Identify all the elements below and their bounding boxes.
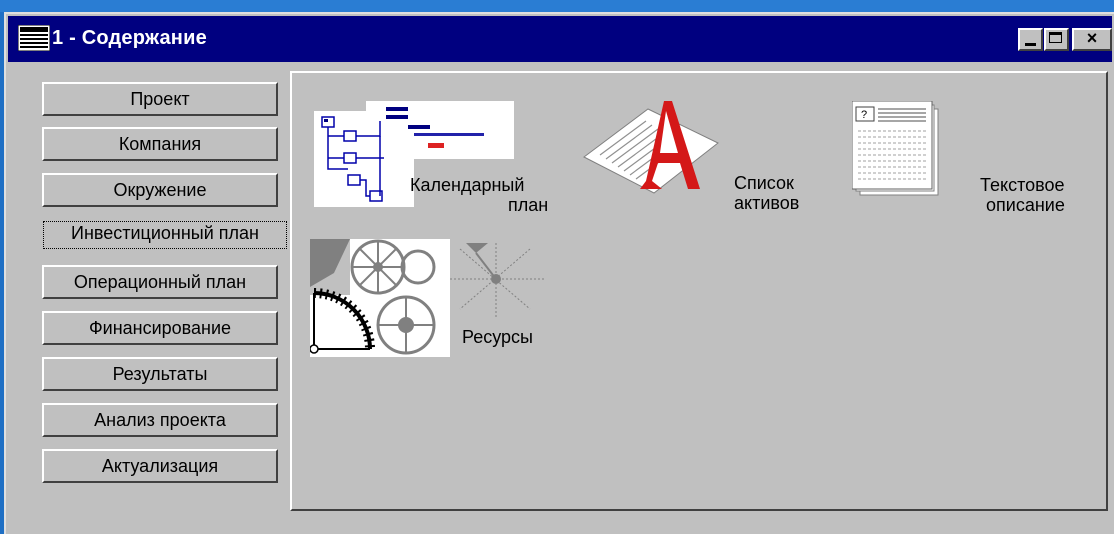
letter-a-document-icon bbox=[583, 101, 719, 194]
nav-button-label: Анализ проекта bbox=[94, 410, 226, 430]
minimize-button[interactable] bbox=[1018, 28, 1043, 51]
text-document-icon: ? bbox=[852, 101, 939, 196]
content-panel: Календарный план Список активов ? Тексто… bbox=[290, 71, 1108, 511]
nav-button-label: Компания bbox=[118, 134, 202, 154]
nav-button-label: Результаты bbox=[112, 364, 208, 384]
nav-button-company[interactable]: Компания bbox=[42, 127, 278, 161]
close-icon: × bbox=[1086, 28, 1098, 48]
nav-button-label: Финансирование bbox=[88, 318, 232, 338]
calendar-plan-label-line2: план bbox=[508, 195, 549, 215]
nav-button-results[interactable]: Результаты bbox=[42, 357, 278, 391]
nav-button-label: Инвестиционный план bbox=[71, 223, 259, 243]
nav-button-project[interactable]: Проект bbox=[42, 82, 278, 116]
maximize-icon bbox=[1049, 32, 1062, 43]
desktop-strip bbox=[0, 0, 1114, 12]
resources-item[interactable]: Ресурсы bbox=[310, 239, 560, 364]
text-description-label-line1: Текстовое bbox=[980, 175, 1065, 195]
window-menu-icon[interactable] bbox=[18, 25, 50, 51]
assets-list-item[interactable]: Список активов bbox=[582, 99, 822, 213]
nav-button-label: Актуализация bbox=[101, 456, 219, 476]
title-bar[interactable]: 1 - Содержание × bbox=[8, 16, 1112, 62]
minimize-icon bbox=[1025, 43, 1036, 46]
svg-text:?: ? bbox=[861, 109, 867, 121]
nav-button-operational-plan[interactable]: Операционный план bbox=[42, 265, 278, 299]
nav-button-label: Окружение bbox=[113, 180, 207, 200]
text-description-item[interactable]: ? Текстовое описание bbox=[852, 101, 1102, 215]
nav-button-investment-plan[interactable]: Инвестиционный план bbox=[40, 218, 290, 252]
window-title: 1 - Содержание bbox=[52, 27, 207, 49]
text-description-label-line2: описание bbox=[986, 195, 1065, 215]
assets-list-label-line2: активов bbox=[734, 193, 800, 213]
close-button[interactable]: × bbox=[1072, 28, 1112, 51]
maximize-button[interactable] bbox=[1044, 28, 1069, 51]
calendar-plan-label-line1: Календарный bbox=[410, 175, 525, 195]
nav-button-project-analysis[interactable]: Анализ проекта bbox=[42, 403, 278, 437]
nav-button-environment[interactable]: Окружение bbox=[42, 173, 278, 207]
assets-list-label-line1: Список bbox=[734, 173, 794, 193]
nav-button-label: Операционный план bbox=[73, 272, 247, 292]
nav-button-update[interactable]: Актуализация bbox=[42, 449, 278, 483]
resources-label: Ресурсы bbox=[462, 327, 533, 347]
contents-window: 1 - Содержание × Проект Компания Окружен… bbox=[4, 12, 1114, 534]
nav-button-financing[interactable]: Финансирование bbox=[42, 311, 278, 345]
nav-button-label: Проект bbox=[130, 89, 190, 109]
calendar-plan-item[interactable]: Календарный план bbox=[314, 101, 554, 221]
